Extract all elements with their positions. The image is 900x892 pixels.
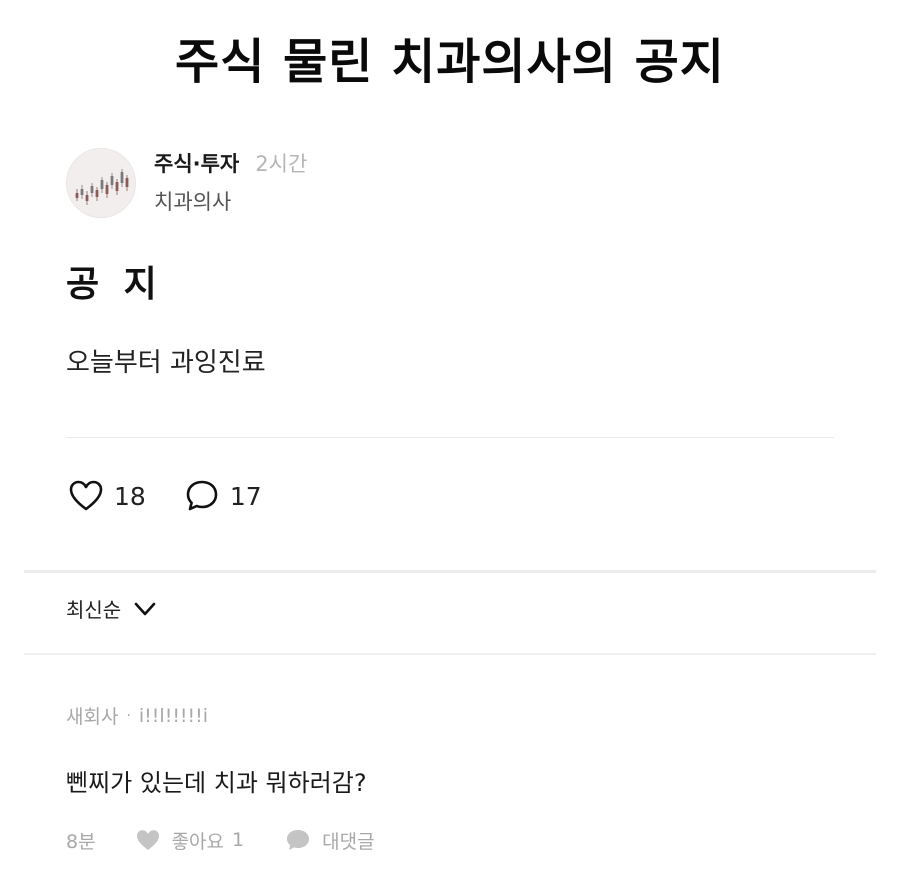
post-header: 주식·투자 2시간 치과의사 bbox=[66, 148, 826, 220]
divider bbox=[24, 653, 876, 655]
section-divider bbox=[24, 570, 876, 573]
post-title: 공 지 bbox=[66, 264, 163, 305]
comment-meta: 새회사 · i!!l!!!!!i bbox=[66, 702, 846, 729]
comment-button[interactable]: 17 bbox=[182, 476, 262, 516]
speech-bubble-icon bbox=[186, 480, 218, 511]
comment-like-count: 1 bbox=[232, 829, 245, 851]
separator-dot: · bbox=[126, 707, 131, 724]
sort-label: 최신순 bbox=[66, 598, 122, 622]
speech-bubble-icon bbox=[287, 830, 310, 850]
comment-text: 뻰찌가 있는데 치과 뭐하러감? bbox=[66, 769, 367, 797]
chevron-down-icon bbox=[134, 602, 156, 615]
like-count: 18 bbox=[114, 481, 146, 511]
post-actions: 18 17 bbox=[66, 476, 262, 516]
post-body: 오늘부터 과잉진료 bbox=[66, 348, 266, 378]
headline: 주식 물린 치과의사의 공지 bbox=[175, 34, 725, 90]
heart-icon bbox=[69, 480, 103, 511]
post-author[interactable]: 치과의사 bbox=[154, 186, 307, 216]
post-meta: 주식·투자 2시간 치과의사 bbox=[154, 148, 307, 216]
like-button[interactable]: 18 bbox=[66, 476, 146, 516]
comment-count: 17 bbox=[229, 481, 262, 511]
comment-company: 새회사 bbox=[66, 706, 119, 728]
comment-like-button[interactable]: 좋아요 1 bbox=[134, 826, 245, 854]
post-time: 2시간 bbox=[255, 152, 308, 176]
reply-label: 대댓글 bbox=[322, 830, 375, 853]
comment-item: 새회사 · i!!l!!!!!i 뻰찌가 있는데 치과 뭐하러감? 8분 좋아요… bbox=[66, 702, 846, 854]
comment-time: 8분 bbox=[66, 830, 96, 853]
comment-nickname[interactable]: i!!l!!!!!i bbox=[139, 705, 208, 727]
post-category[interactable]: 주식·투자 bbox=[154, 148, 239, 178]
stock-chart-avatar-icon[interactable] bbox=[66, 148, 136, 218]
heart-icon bbox=[136, 830, 159, 850]
comment-footer: 8분 좋아요 1 대댓글 bbox=[66, 826, 846, 854]
reply-button[interactable]: 대댓글 bbox=[284, 826, 375, 854]
divider bbox=[66, 437, 834, 438]
sort-dropdown[interactable]: 최신순 bbox=[66, 594, 159, 623]
comment-like-label: 좋아요 bbox=[171, 830, 225, 853]
